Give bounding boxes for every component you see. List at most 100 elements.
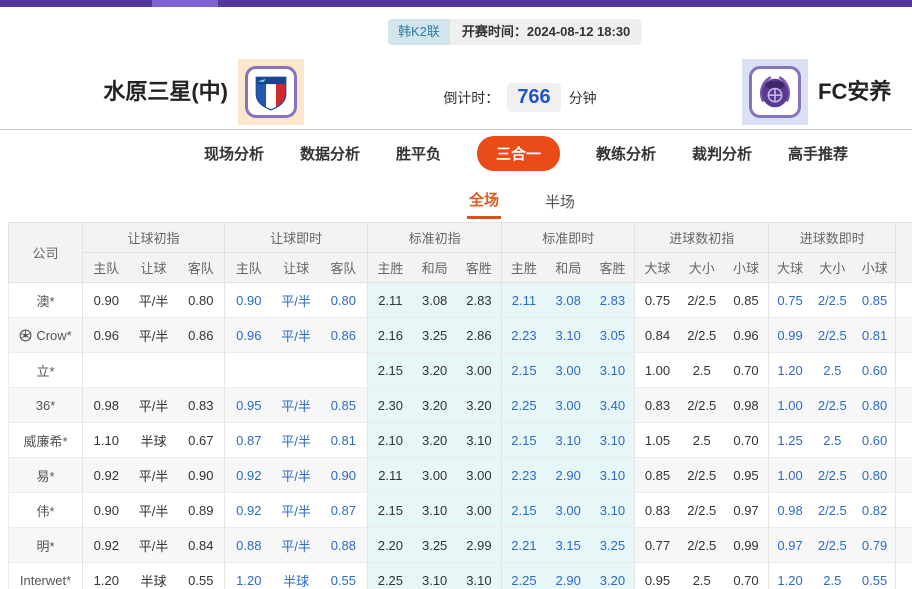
odds-cell-standard_live-0[interactable]: 2.23 xyxy=(502,458,546,493)
odds-cell-standard_live-0[interactable]: 2.15 xyxy=(502,423,546,458)
odds-cell-goals_live-0[interactable]: 0.97 xyxy=(769,528,811,563)
odds-cell-standard_live-1[interactable]: 2.90 xyxy=(546,458,591,493)
odds-cell-standard_live-0[interactable]: 2.15 xyxy=(502,493,546,528)
odds-cell-standard_live-2[interactable]: 3.20 xyxy=(591,563,635,589)
odds-cell-standard_live-2[interactable]: 3.10 xyxy=(591,458,635,493)
odds-cell-handicap_live-1[interactable]: 平/半 xyxy=(273,458,320,493)
odds-cell-standard_live-2[interactable]: 3.25 xyxy=(591,528,635,563)
odds-cell-standard_live-0[interactable]: 2.15 xyxy=(502,353,546,388)
odds-cell-standard_live-0[interactable]: 2.11 xyxy=(502,283,546,318)
company-cell[interactable]: 易* xyxy=(9,458,83,493)
odds-cell-handicap_live-1[interactable]: 平/半 xyxy=(273,528,320,563)
odds-cell-handicap_live-2[interactable]: 0.55 xyxy=(320,563,368,589)
odds-cell-goals_live-2[interactable]: 0.82 xyxy=(854,493,896,528)
company-cell[interactable]: 明* xyxy=(9,528,83,563)
company-cell[interactable]: 威廉希* xyxy=(9,423,83,458)
odds-cell-handicap_live-0[interactable]: 0.87 xyxy=(225,423,273,458)
odds-cell-handicap_live-2[interactable]: 0.80 xyxy=(320,283,368,318)
odds-cell-handicap_live-0[interactable]: 0.88 xyxy=(225,528,273,563)
odds-cell-goals_live-2[interactable]: 0.85 xyxy=(854,283,896,318)
company-cell[interactable]: Interwet* xyxy=(9,563,83,589)
odds-cell-goals_live-1[interactable]: 2/2.5 xyxy=(811,283,854,318)
odds-cell-standard_live-2[interactable]: 3.10 xyxy=(591,423,635,458)
company-cell[interactable]: 立* xyxy=(9,353,83,388)
company-cell[interactable]: 伟* xyxy=(9,493,83,528)
odds-cell-goals_live-0[interactable]: 1.20 xyxy=(769,353,811,388)
odds-cell-goals_live-0[interactable]: 1.20 xyxy=(769,563,811,589)
odds-cell-handicap_live-0[interactable]: 0.92 xyxy=(225,458,273,493)
nav-item-0[interactable]: 现场分析 xyxy=(204,143,264,164)
odds-cell-goals_live-1[interactable]: 2/2.5 xyxy=(811,388,854,423)
odds-cell-goals_live-1[interactable]: 2/2.5 xyxy=(811,458,854,493)
odds-cell-goals_live-2[interactable]: 0.55 xyxy=(854,563,896,589)
odds-cell-handicap_live-0[interactable] xyxy=(225,353,273,388)
odds-cell-handicap_live-2[interactable]: 0.87 xyxy=(320,493,368,528)
odds-cell-handicap_live-2[interactable]: 0.81 xyxy=(320,423,368,458)
odds-cell-standard_live-2[interactable]: 3.10 xyxy=(591,493,635,528)
odds-cell-handicap_live-1[interactable]: 平/半 xyxy=(273,388,320,423)
odds-cell-goals_live-0[interactable]: 0.98 xyxy=(769,493,811,528)
odds-cell-goals_live-0[interactable]: 0.99 xyxy=(769,318,811,353)
odds-cell-handicap_live-1[interactable]: 平/半 xyxy=(273,318,320,353)
nav-item-1[interactable]: 数据分析 xyxy=(300,143,360,164)
nav-item-4[interactable]: 教练分析 xyxy=(596,143,656,164)
odds-cell-standard_live-1[interactable]: 3.10 xyxy=(546,318,591,353)
odds-cell-handicap_live-0[interactable]: 0.92 xyxy=(225,493,273,528)
company-cell[interactable]: Crow* xyxy=(9,318,83,353)
odds-cell-standard_live-1[interactable]: 3.00 xyxy=(546,353,591,388)
odds-cell-goals_live-1[interactable]: 2.5 xyxy=(811,563,854,589)
odds-cell-handicap_live-0[interactable]: 0.96 xyxy=(225,318,273,353)
odds-cell-handicap_live-1[interactable] xyxy=(273,353,320,388)
odds-cell-standard_live-0[interactable]: 2.23 xyxy=(502,318,546,353)
odds-cell-standard_live-1[interactable]: 3.00 xyxy=(546,493,591,528)
odds-cell-goals_live-1[interactable]: 2/2.5 xyxy=(811,318,854,353)
odds-cell-handicap_live-0[interactable]: 1.20 xyxy=(225,563,273,589)
odds-cell-standard_live-2[interactable]: 3.05 xyxy=(591,318,635,353)
odds-cell-goals_live-1[interactable]: 2/2.5 xyxy=(811,493,854,528)
odds-cell-handicap_live-1[interactable]: 平/半 xyxy=(273,283,320,318)
period-tab-1[interactable]: 半场 xyxy=(543,182,577,218)
odds-cell-standard_live-2[interactable]: 3.40 xyxy=(591,388,635,423)
odds-cell-handicap_live-2[interactable] xyxy=(320,353,368,388)
nav-item-6[interactable]: 高手推荐 xyxy=(788,143,848,164)
odds-cell-standard_live-0[interactable]: 2.25 xyxy=(502,563,546,589)
odds-cell-goals_live-0[interactable]: 1.25 xyxy=(769,423,811,458)
odds-cell-handicap_live-1[interactable]: 平/半 xyxy=(273,493,320,528)
odds-cell-standard_live-2[interactable]: 3.10 xyxy=(591,353,635,388)
odds-cell-standard_live-1[interactable]: 2.90 xyxy=(546,563,591,589)
odds-cell-standard_live-2[interactable]: 2.83 xyxy=(591,283,635,318)
odds-cell-standard_live-1[interactable]: 3.08 xyxy=(546,283,591,318)
nav-item-5[interactable]: 裁判分析 xyxy=(692,143,752,164)
odds-cell-standard_live-1[interactable]: 3.15 xyxy=(546,528,591,563)
odds-cell-standard_live-1[interactable]: 3.10 xyxy=(546,423,591,458)
odds-cell-goals_live-1[interactable]: 2.5 xyxy=(811,353,854,388)
odds-cell-handicap_live-0[interactable]: 0.95 xyxy=(225,388,273,423)
odds-cell-standard_live-1[interactable]: 3.00 xyxy=(546,388,591,423)
odds-cell-handicap_live-1[interactable]: 平/半 xyxy=(273,423,320,458)
nav-item-3[interactable]: 三合一 xyxy=(477,136,560,171)
odds-cell-goals_live-2[interactable]: 0.81 xyxy=(854,318,896,353)
odds-cell-handicap_live-2[interactable]: 0.88 xyxy=(320,528,368,563)
company-cell[interactable]: 澳* xyxy=(9,283,83,318)
odds-cell-standard_live-0[interactable]: 2.21 xyxy=(502,528,546,563)
period-tab-0[interactable]: 全场 xyxy=(467,180,501,219)
odds-cell-goals_live-2[interactable]: 0.79 xyxy=(854,528,896,563)
odds-cell-goals_live-1[interactable]: 2.5 xyxy=(811,423,854,458)
odds-cell-goals_live-2[interactable]: 0.80 xyxy=(854,458,896,493)
odds-cell-goals_live-2[interactable]: 0.60 xyxy=(854,423,896,458)
odds-cell-goals_live-0[interactable]: 1.00 xyxy=(769,388,811,423)
odds-cell-goals_live-2[interactable]: 0.60 xyxy=(854,353,896,388)
odds-cell-goals_live-0[interactable]: 1.00 xyxy=(769,458,811,493)
nav-item-2[interactable]: 胜平负 xyxy=(396,143,441,164)
odds-cell-goals_live-1[interactable]: 2/2.5 xyxy=(811,528,854,563)
odds-cell-goals_live-2[interactable]: 0.80 xyxy=(854,388,896,423)
odds-cell-goals_live-0[interactable]: 0.75 xyxy=(769,283,811,318)
odds-cell-handicap_live-1[interactable]: 半球 xyxy=(273,563,320,589)
company-cell[interactable]: 36* xyxy=(9,388,83,423)
league-badge[interactable]: 韩K2联 xyxy=(388,19,450,45)
odds-cell-handicap_live-0[interactable]: 0.90 xyxy=(225,283,273,318)
odds-cell-handicap_live-2[interactable]: 0.85 xyxy=(320,388,368,423)
scroll-thumb[interactable] xyxy=(152,0,218,7)
odds-cell-handicap_live-2[interactable]: 0.86 xyxy=(320,318,368,353)
odds-cell-handicap_live-2[interactable]: 0.90 xyxy=(320,458,368,493)
